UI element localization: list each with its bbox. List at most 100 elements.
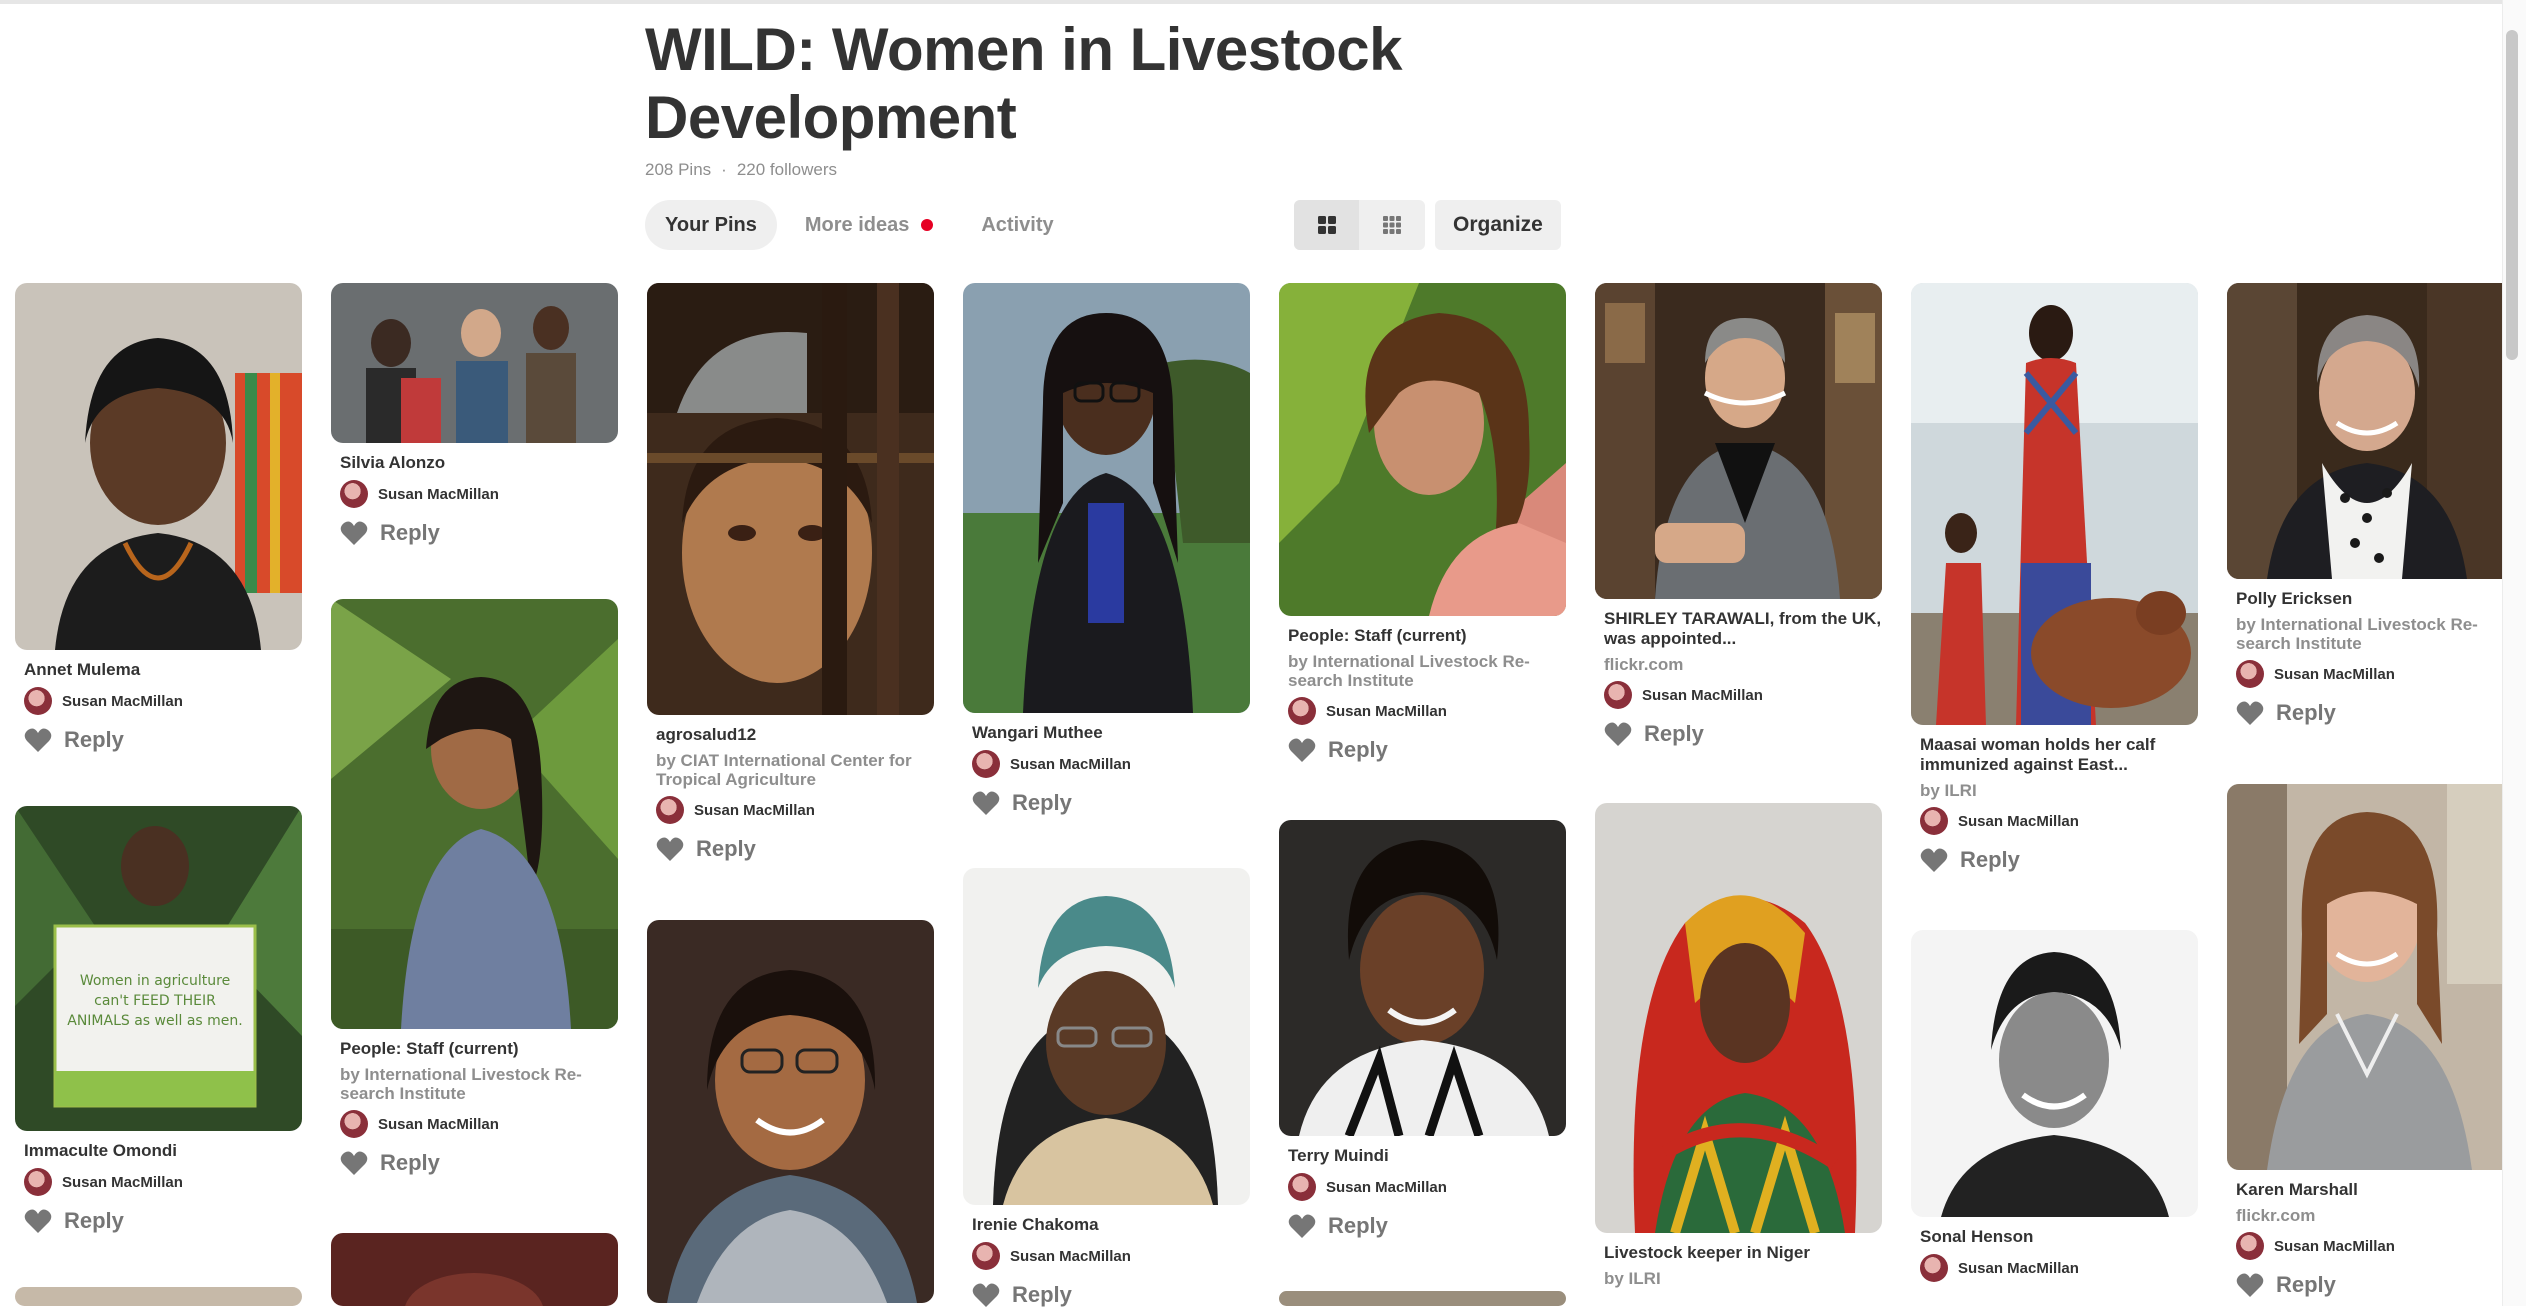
heart-icon[interactable] [24, 727, 52, 753]
pin-card[interactable]: agrosalud12 by CIAT International Center… [647, 283, 934, 865]
pin-source[interactable]: by International Livestock Re-search Ins… [340, 1065, 618, 1103]
pin-title[interactable]: Silvia Alonzo [340, 453, 618, 473]
pin-image[interactable] [647, 283, 934, 715]
pin-card[interactable]: Polly Ericksen by International Livestoc… [2227, 283, 2502, 729]
followers-count[interactable]: 220 followers [737, 160, 837, 179]
grid-small-icon[interactable] [1359, 200, 1424, 250]
pin-title[interactable]: Terry Muindi [1288, 1146, 1566, 1166]
pin-image[interactable] [1595, 283, 1882, 599]
pin-title[interactable]: Irenie Chakoma [972, 1215, 1250, 1235]
heart-icon[interactable] [340, 520, 368, 546]
pin-card[interactable]: Wangari Muthee Susan MacMillan Reply [963, 283, 1250, 819]
pin-card[interactable]: Livestock keeper in Niger by ILRI [1595, 803, 1882, 1288]
tab-activity[interactable]: Activity [961, 200, 1073, 250]
pin-card[interactable]: Maasai woman holds her calf immunized ag… [1911, 283, 2198, 876]
pin-image[interactable] [331, 599, 618, 1029]
pin-user[interactable]: Susan MacMillan [2236, 1231, 2502, 1261]
heart-icon[interactable] [972, 1282, 1000, 1308]
scrollbar-thumb[interactable] [2506, 30, 2518, 360]
pin-title[interactable]: Wangari Muthee [972, 723, 1250, 743]
heart-icon[interactable] [24, 1208, 52, 1234]
pin-source[interactable]: flickr.com [2236, 1206, 2502, 1225]
pin-title[interactable]: People: Staff (current) [340, 1039, 618, 1059]
pin-user[interactable]: Susan MacMillan [340, 479, 618, 509]
pin-image[interactable] [331, 283, 618, 443]
pin-title[interactable]: Annet Mulema [24, 660, 302, 680]
reply-button[interactable]: Reply [696, 836, 756, 862]
pin-image[interactable] [1279, 283, 1566, 616]
pin-card[interactable]: Women in agriculture can't FEED THEIR AN… [15, 806, 302, 1237]
pin-card[interactable]: Silvia Alonzo Susan MacMillan Reply [331, 283, 618, 549]
tab-more-ideas[interactable]: More ideas [785, 200, 953, 250]
heart-icon[interactable] [2236, 1272, 2264, 1298]
pin-user[interactable]: Susan MacMillan [2236, 659, 2502, 689]
pin-card[interactable]: SHIRLEY TARAWALI, from the UK, was appoi… [1595, 283, 1882, 750]
pin-title[interactable]: Sonal Henson [1920, 1227, 2198, 1247]
pin-source[interactable]: flickr.com [1604, 655, 1882, 674]
pin-user[interactable]: Susan MacMillan [1920, 806, 2198, 836]
pin-source[interactable]: by ILRI [1604, 1269, 1882, 1288]
pin-card[interactable]: Sonal Henson Susan MacMillan [1911, 930, 2198, 1283]
reply-button[interactable]: Reply [1012, 1282, 1072, 1308]
pin-user[interactable]: Susan MacMillan [656, 795, 934, 825]
pin-card[interactable] [15, 1287, 302, 1306]
pin-image[interactable] [2227, 784, 2502, 1170]
pin-source[interactable]: by International Livestock Re-search Ins… [2236, 615, 2502, 653]
pin-title[interactable]: Immaculte Omondi [24, 1141, 302, 1161]
pin-source[interactable]: by CIAT International Center for Tropica… [656, 751, 934, 789]
pin-source[interactable]: by ILRI [1920, 781, 2198, 800]
pin-user[interactable]: Susan MacMillan [24, 686, 302, 716]
pin-image[interactable] [15, 283, 302, 650]
pin-image[interactable] [963, 868, 1250, 1205]
heart-icon[interactable] [1920, 847, 1948, 873]
pin-card[interactable]: People: Staff (current) by International… [331, 599, 618, 1179]
reply-button[interactable]: Reply [1012, 790, 1072, 816]
heart-icon[interactable] [972, 790, 1000, 816]
pin-card[interactable]: People: Staff (current) by International… [1279, 283, 1566, 766]
pin-title[interactable]: Maasai woman holds her calf immunized ag… [1920, 735, 2198, 775]
pin-image[interactable] [15, 1287, 302, 1306]
heart-icon[interactable] [340, 1150, 368, 1176]
pin-user[interactable]: Susan MacMillan [1288, 696, 1566, 726]
pin-title[interactable]: Livestock keeper in Niger [1604, 1243, 1882, 1263]
pin-title[interactable]: SHIRLEY TARAWALI, from the UK, was appoi… [1604, 609, 1882, 649]
heart-icon[interactable] [2236, 700, 2264, 726]
heart-icon[interactable] [1288, 1213, 1316, 1239]
pin-image[interactable] [1911, 930, 2198, 1217]
tab-your-pins[interactable]: Your Pins [645, 200, 777, 250]
heart-icon[interactable] [1288, 737, 1316, 763]
reply-button[interactable]: Reply [64, 1208, 124, 1234]
reply-button[interactable]: Reply [1960, 847, 2020, 873]
organize-button[interactable]: Organize [1435, 200, 1561, 250]
pin-user[interactable]: Susan MacMillan [24, 1167, 302, 1197]
reply-button[interactable]: Reply [380, 520, 440, 546]
pin-image[interactable] [647, 920, 934, 1303]
reply-button[interactable]: Reply [1328, 737, 1388, 763]
pin-image[interactable]: Women in agriculture can't FEED THEIR AN… [15, 806, 302, 1131]
pin-title[interactable]: People: Staff (current) [1288, 626, 1566, 646]
heart-icon[interactable] [1604, 721, 1632, 747]
pin-image[interactable] [963, 283, 1250, 713]
pin-image[interactable] [1911, 283, 2198, 725]
pins-count[interactable]: 208 Pins [645, 160, 711, 179]
pin-card[interactable] [331, 1233, 618, 1306]
pin-image[interactable] [1279, 820, 1566, 1136]
pin-user[interactable]: Susan MacMillan [972, 1241, 1250, 1271]
pin-source[interactable]: by International Livestock Re-search Ins… [1288, 652, 1566, 690]
pin-image[interactable] [1279, 1291, 1566, 1306]
pin-card[interactable]: Annet Mulema Susan MacMillan Reply [15, 283, 302, 756]
pin-title[interactable]: Karen Marshall [2236, 1180, 2502, 1200]
pin-user[interactable]: Susan MacMillan [972, 749, 1250, 779]
pin-user[interactable]: Susan MacMillan [1920, 1253, 2198, 1283]
pin-card[interactable]: Terry Muindi Susan MacMillan Reply [1279, 820, 1566, 1242]
reply-button[interactable]: Reply [2276, 700, 2336, 726]
pin-card[interactable] [1279, 1291, 1566, 1306]
reply-button[interactable]: Reply [380, 1150, 440, 1176]
pin-card[interactable] [647, 920, 934, 1303]
heart-icon[interactable] [656, 836, 684, 862]
pin-image[interactable] [1595, 803, 1882, 1233]
reply-button[interactable]: Reply [2276, 1272, 2336, 1298]
pin-user[interactable]: Susan MacMillan [1604, 680, 1882, 710]
pin-card[interactable]: Irenie Chakoma Susan MacMillan Reply [963, 868, 1250, 1311]
reply-button[interactable]: Reply [64, 727, 124, 753]
